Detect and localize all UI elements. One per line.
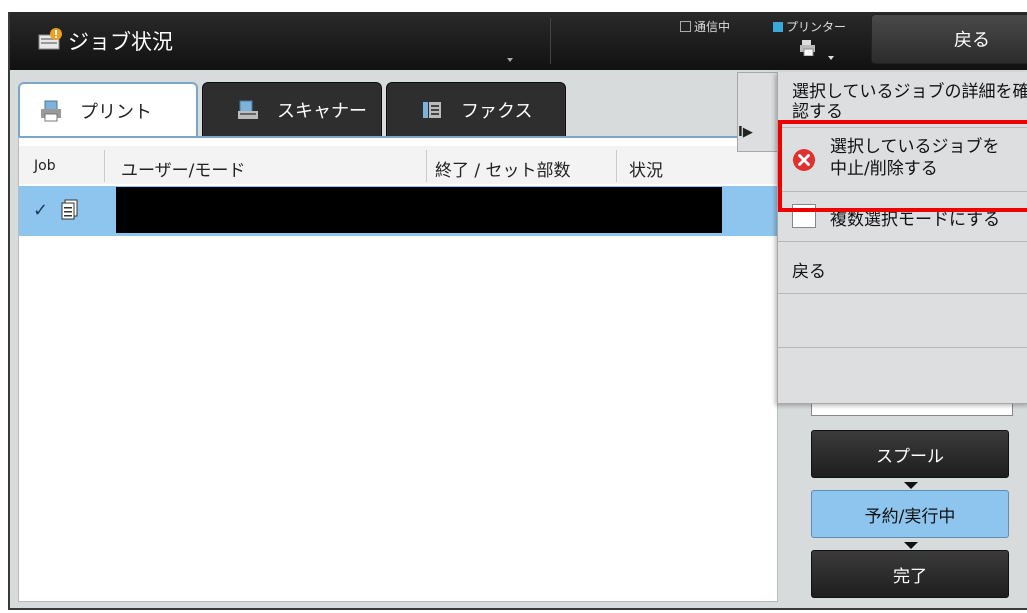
tab-scanner[interactable]: スキャナー (202, 82, 382, 138)
spool-button[interactable]: スプール (811, 430, 1009, 478)
col-user-mode: ユーザー/モード (121, 161, 246, 181)
comm-status: 通信中 (680, 18, 730, 35)
down-arrow-icon (904, 482, 918, 489)
comm-status-indicator (680, 21, 691, 32)
printer-icon[interactable] (800, 40, 818, 56)
job-list-panel: Job ユーザー/モード 終了 / セット部数 状況 ✓ (18, 136, 779, 602)
redacted-job-info (116, 187, 722, 233)
table-header: Job ユーザー/モード 終了 / セット部数 状況 (19, 146, 779, 184)
menu-back-label: 戻る (792, 262, 826, 282)
selected-check-icon: ✓ (33, 200, 49, 221)
printer-status-label: プリンター (786, 20, 847, 34)
col-status: 状況 (629, 161, 663, 181)
tab-scanner-label: スキャナー (277, 101, 367, 122)
col-divider (616, 150, 617, 182)
tab-fax[interactable]: ファクス (386, 82, 566, 138)
job-status-screen: ジョブ状況 通信中 プリンター 戻る プリント スキャナー ファクス Job ユ… (8, 12, 1027, 610)
completed-button[interactable]: 完了 (811, 550, 1009, 598)
title-divider (550, 18, 551, 64)
printer-dropdown-arrow-icon[interactable] (828, 56, 834, 60)
col-divider (104, 150, 105, 182)
tab-print[interactable]: プリント (18, 82, 198, 138)
tab-print-label: プリント (80, 102, 152, 123)
fax-icon (423, 102, 441, 118)
table-row[interactable]: ✓ (19, 186, 779, 236)
job-status-icon (38, 28, 62, 50)
menu-item-back[interactable]: 戻る (778, 242, 1027, 294)
menu-item-empty (778, 294, 1027, 348)
printer-status-indicator (773, 22, 783, 32)
collapse-arrow-icon[interactable]: I▶ (738, 125, 753, 140)
back-button[interactable]: 戻る (871, 14, 1027, 64)
title-bar: ジョブ状況 通信中 プリンター 戻る (10, 12, 1027, 70)
scanner-icon (238, 100, 258, 119)
title-dropdown-arrow-icon (507, 58, 513, 62)
menu-collapse-handle[interactable] (737, 72, 779, 152)
col-divider (426, 150, 427, 182)
queued-running-button[interactable]: 予約/実行中 (811, 490, 1009, 538)
tab-fax-label: ファクス (461, 101, 533, 122)
printer-status: プリンター (773, 18, 846, 35)
menu-item-empty (778, 348, 1027, 403)
highlight-box (778, 120, 1027, 212)
col-job: Job (34, 158, 56, 174)
print-icon (41, 100, 61, 122)
col-finished-set: 終了 / セット部数 (435, 161, 571, 181)
document-icon (61, 199, 78, 220)
page-title: ジョブ状況 (68, 30, 173, 54)
comm-status-label: 通信中 (694, 20, 731, 34)
down-arrow-icon (904, 542, 918, 549)
